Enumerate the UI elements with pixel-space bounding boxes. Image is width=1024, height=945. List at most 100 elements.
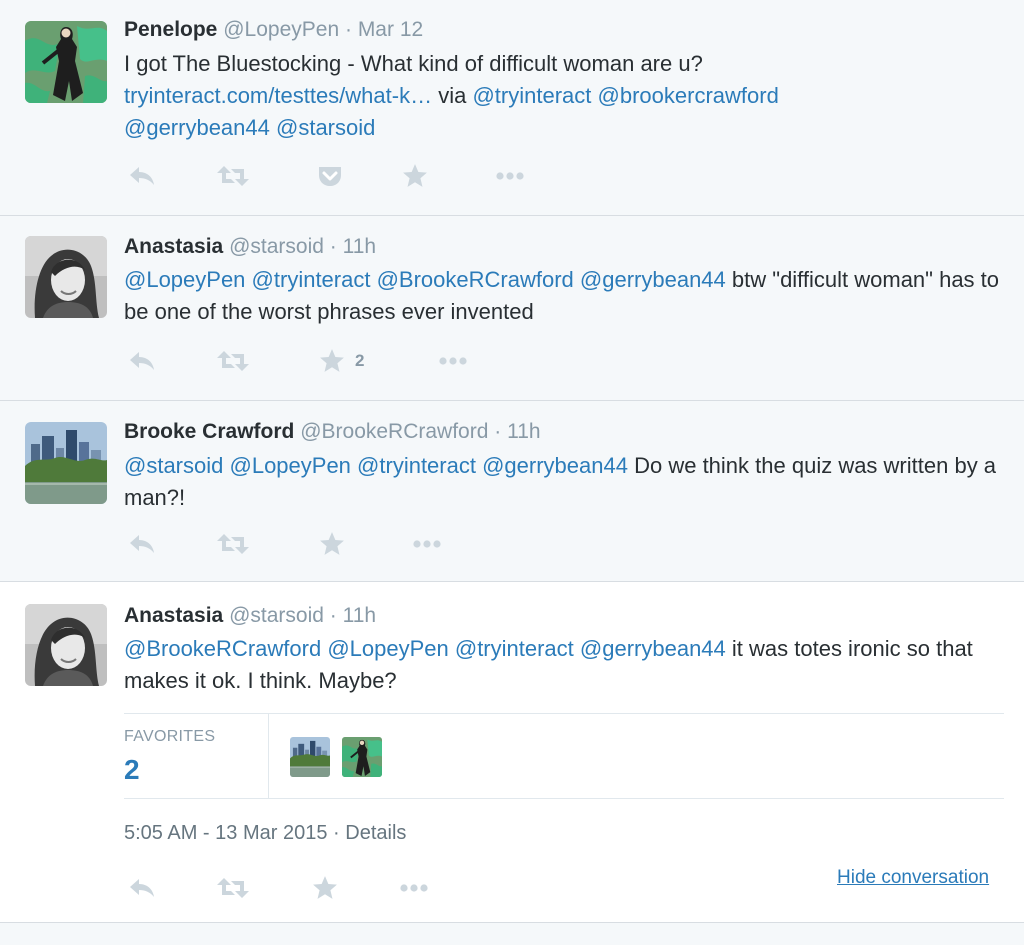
timestamp-link[interactable]: 11h	[343, 235, 376, 258]
pocket-icon	[317, 164, 343, 188]
favoriter-avatar[interactable]	[290, 737, 330, 777]
favorite-button[interactable]	[402, 161, 428, 191]
avatar-anastasia-photo	[25, 604, 107, 686]
avatar[interactable]	[25, 422, 107, 504]
retweet-icon	[216, 164, 250, 188]
favorite-button[interactable]	[319, 529, 345, 559]
favorite-icon	[312, 875, 338, 901]
user-name[interactable]: Penelope	[124, 18, 217, 41]
favorite-icon	[319, 531, 345, 557]
avatar[interactable]	[25, 604, 107, 686]
avatar-anastasia-photo	[25, 236, 107, 318]
timestamp-link[interactable]: 11h	[507, 420, 540, 443]
tweet-text: @LopeyPen @tryinteract @BrookeRCrawford …	[124, 264, 1004, 328]
tweet-header: Anastasia @starsoid · 11h	[124, 604, 376, 628]
tweet-header: Brooke Crawford @BrookeRCrawford · 11h	[124, 420, 541, 444]
via-label: via	[438, 83, 467, 108]
tweet-timestamp: 5:05 AM - 13 Mar 2015	[124, 822, 328, 844]
more-button[interactable]	[438, 346, 468, 376]
reply-button[interactable]	[128, 346, 156, 376]
mention-link[interactable]: @BrookeRCrawford	[377, 267, 574, 292]
favorites-count[interactable]: 2	[124, 754, 140, 786]
mention-link[interactable]: @gerrybean44	[124, 115, 270, 140]
separator: ·	[494, 420, 502, 443]
retweet-button[interactable]	[216, 529, 250, 559]
avatar-brooke-cityscape	[25, 422, 107, 504]
favorite-count: 2	[355, 351, 365, 370]
tweet-penelope[interactable]: Penelope @LopeyPen · Mar 12 I got The Bl…	[0, 0, 1024, 216]
user-name[interactable]: Anastasia	[124, 604, 223, 627]
retweet-button[interactable]	[216, 346, 250, 376]
reply-icon	[128, 876, 156, 900]
tweet-brooke[interactable]: Brooke Crawford @BrookeRCrawford · 11h @…	[0, 401, 1024, 582]
divider	[268, 714, 269, 798]
mention-link[interactable]: @gerrybean44	[580, 267, 726, 292]
favorite-icon	[319, 348, 345, 374]
mention-link[interactable]: @LopeyPen	[230, 453, 351, 478]
favorites-summary: FAVORITES 2	[124, 713, 1004, 799]
timestamp-link[interactable]: Mar 12	[358, 18, 423, 41]
tweet-text: @BrookeRCrawford @LopeyPen @tryinteract …	[124, 633, 1004, 697]
hide-conversation-link[interactable]: Hide conversation	[837, 867, 989, 889]
user-name[interactable]: Anastasia	[124, 235, 223, 258]
more-button[interactable]	[412, 529, 442, 559]
reply-icon	[128, 349, 156, 373]
reply-button[interactable]	[128, 873, 156, 903]
user-handle[interactable]: @starsoid	[229, 235, 324, 258]
more-icon	[399, 883, 429, 893]
favorite-button[interactable]	[312, 873, 338, 903]
user-handle[interactable]: @LopeyPen	[223, 18, 339, 41]
user-handle[interactable]: @BrookeRCrawford	[300, 420, 488, 443]
separator: ·	[333, 822, 340, 844]
favoriter-avatar[interactable]	[342, 737, 382, 777]
mention-link[interactable]: @starsoid	[124, 453, 223, 478]
favorite-icon	[402, 163, 428, 189]
mention-link[interactable]: @tryinteract	[472, 83, 591, 108]
reply-button[interactable]	[128, 529, 156, 559]
avatar[interactable]	[25, 21, 107, 103]
tweet-anastasia-1[interactable]: Anastasia @starsoid · 11h @LopeyPen @try…	[0, 216, 1024, 401]
details-link[interactable]: Details	[345, 822, 406, 844]
mention-link[interactable]: @BrookeRCrawford	[124, 636, 321, 661]
mention-link[interactable]: @gerrybean44	[580, 636, 726, 661]
mention-link[interactable]: @LopeyPen	[124, 267, 245, 292]
avatar-penelope-illustration	[342, 737, 382, 777]
pocket-button[interactable]	[317, 161, 343, 191]
reply-icon	[128, 532, 156, 556]
more-icon	[438, 356, 468, 366]
reply-icon	[128, 164, 156, 188]
user-name[interactable]: Brooke Crawford	[124, 420, 294, 443]
more-icon	[495, 171, 525, 181]
reply-button[interactable]	[128, 161, 156, 191]
mention-link[interactable]: @starsoid	[276, 115, 375, 140]
separator: ·	[329, 235, 337, 258]
mention-link[interactable]: @gerrybean44	[482, 453, 628, 478]
retweet-icon	[216, 349, 250, 373]
mention-link[interactable]: @tryinteract	[252, 267, 371, 292]
avatar-brooke-cityscape	[290, 737, 330, 777]
tweet-header: Penelope @LopeyPen · Mar 12	[124, 18, 423, 42]
favorites-label: FAVORITES	[124, 728, 216, 745]
avatar[interactable]	[25, 236, 107, 318]
retweet-icon	[216, 532, 250, 556]
timestamp-link[interactable]: 11h	[343, 604, 376, 627]
user-handle[interactable]: @starsoid	[229, 604, 324, 627]
retweet-button[interactable]	[216, 161, 250, 191]
tweet-text-plain: I got The Bluestocking - What kind of di…	[124, 51, 703, 76]
separator: ·	[344, 18, 352, 41]
tweet-metadata: 5:05 AM - 13 Mar 2015 · Details	[124, 822, 406, 845]
avatar-penelope-illustration	[25, 21, 107, 103]
more-icon	[412, 539, 442, 549]
mention-link[interactable]: @tryinteract	[357, 453, 476, 478]
tweet-text: I got The Bluestocking - What kind of di…	[124, 48, 1004, 144]
mention-link[interactable]: @tryinteract	[455, 636, 574, 661]
more-button[interactable]	[495, 161, 525, 191]
more-button[interactable]	[399, 873, 429, 903]
retweet-button[interactable]	[216, 873, 250, 903]
tweet-url-link[interactable]: tryinteract.com/testtes/what-k…	[124, 83, 432, 108]
tweet-text: @starsoid @LopeyPen @tryinteract @gerryb…	[124, 450, 1004, 514]
separator: ·	[329, 604, 337, 627]
mention-link[interactable]: @brookercrawford	[598, 83, 779, 108]
favorite-button[interactable]: 2	[319, 346, 364, 376]
mention-link[interactable]: @LopeyPen	[327, 636, 448, 661]
